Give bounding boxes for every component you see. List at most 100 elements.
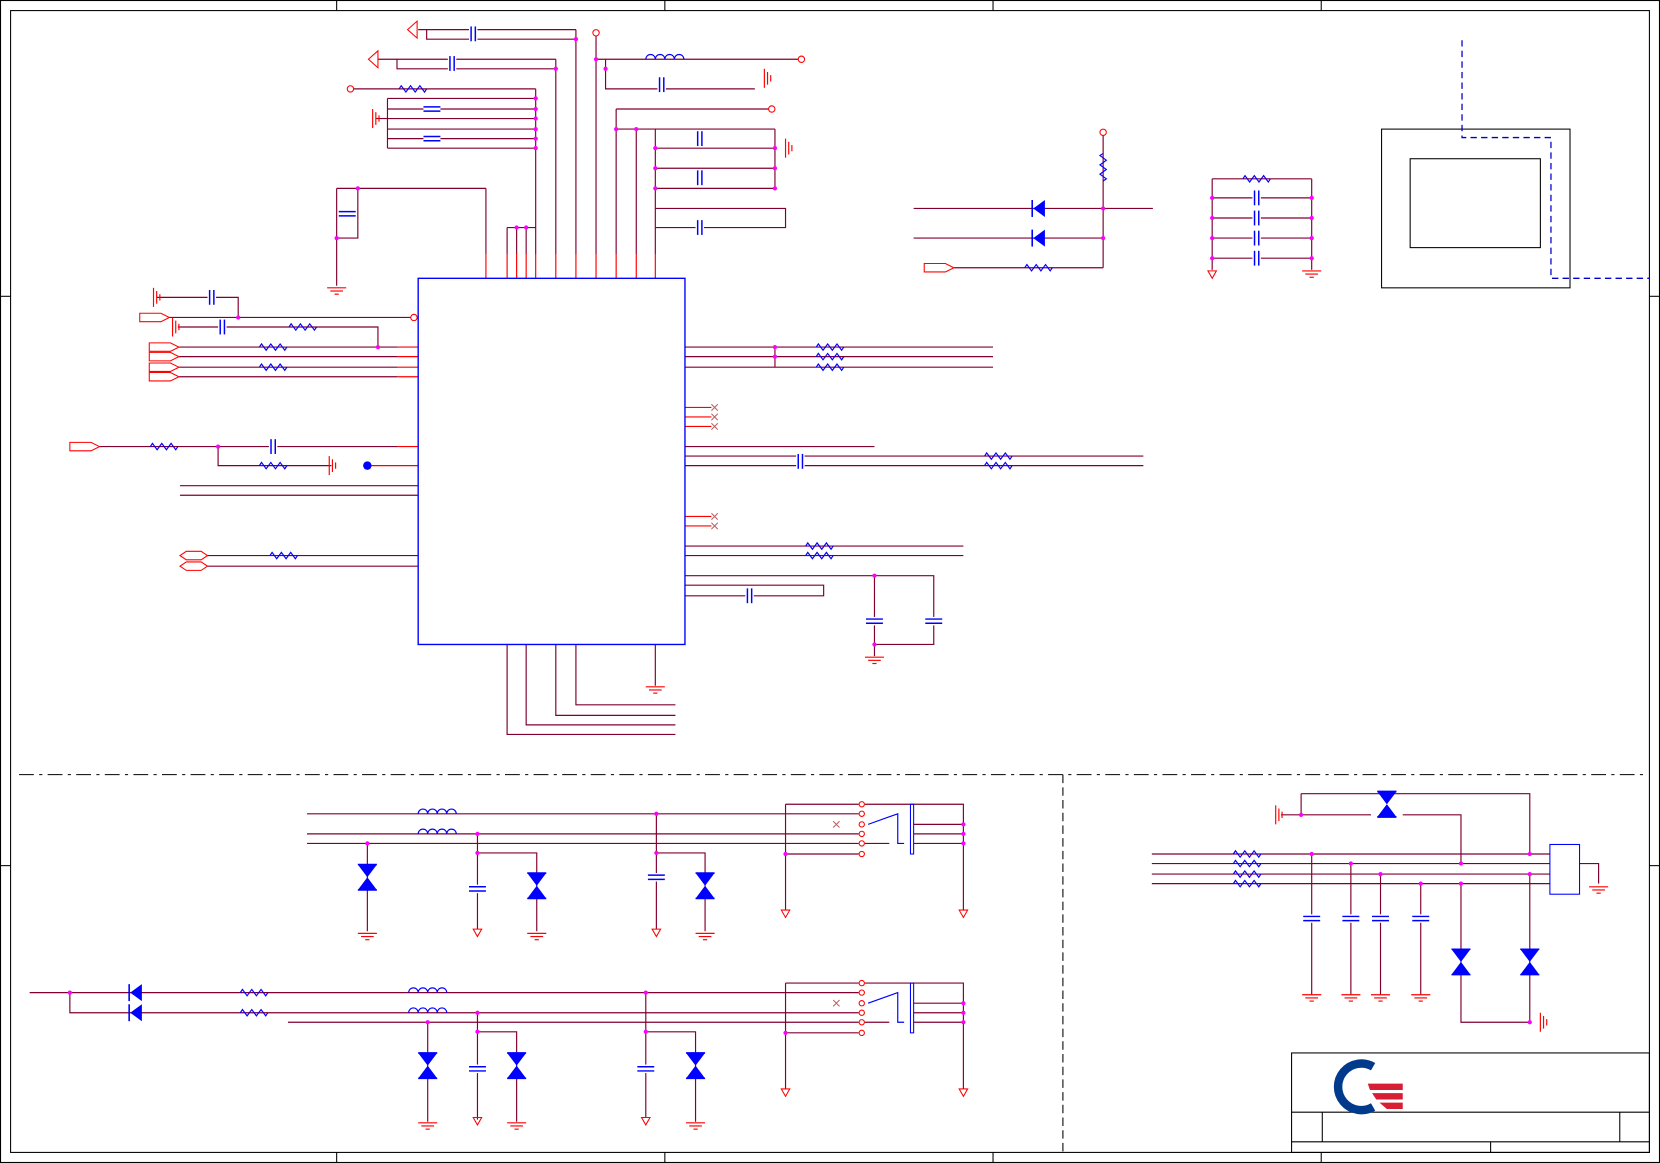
bidirectional-port-flag[interactable] xyxy=(179,550,209,561)
tvs-diode[interactable] xyxy=(1451,948,1471,976)
capacitor[interactable] xyxy=(637,1064,655,1074)
jack-pin[interactable] xyxy=(858,801,865,808)
capacitor[interactable] xyxy=(1372,914,1389,923)
capacitor[interactable] xyxy=(1303,914,1321,923)
capacitor[interactable] xyxy=(796,453,805,469)
resistor[interactable] xyxy=(288,322,318,332)
capacitor[interactable] xyxy=(925,616,943,626)
diode[interactable] xyxy=(128,1004,142,1022)
capacitor[interactable] xyxy=(1252,230,1261,246)
net-port-flag[interactable] xyxy=(148,351,181,362)
resistor[interactable] xyxy=(815,352,845,361)
jack-pin[interactable] xyxy=(858,1019,865,1026)
jack-pin[interactable] xyxy=(858,1009,865,1016)
resistor[interactable] xyxy=(984,451,1013,461)
capacitor[interactable] xyxy=(423,104,441,114)
resistor[interactable] xyxy=(149,442,179,451)
net-port-flag[interactable] xyxy=(923,262,956,273)
capacitor[interactable] xyxy=(468,884,486,894)
capacitor[interactable] xyxy=(468,26,478,42)
capacitor[interactable] xyxy=(695,220,705,235)
capacitor[interactable] xyxy=(268,439,278,454)
diode[interactable] xyxy=(128,984,142,1002)
power-port-flag[interactable] xyxy=(367,49,379,69)
inductor[interactable] xyxy=(408,1007,448,1013)
capacitor[interactable] xyxy=(207,289,216,305)
diode[interactable] xyxy=(1031,229,1045,247)
net-port-flag[interactable] xyxy=(139,312,171,323)
inductor[interactable] xyxy=(408,987,448,993)
capacitor[interactable] xyxy=(468,1064,486,1074)
jack-pin[interactable] xyxy=(858,1000,865,1007)
test-point[interactable] xyxy=(1099,128,1107,136)
resistor[interactable] xyxy=(1232,879,1262,888)
capacitor[interactable] xyxy=(647,873,665,882)
diode[interactable] xyxy=(1031,200,1045,217)
resistor[interactable] xyxy=(269,551,298,560)
net-port-flag[interactable] xyxy=(148,371,181,382)
net-port-flag[interactable] xyxy=(69,441,101,452)
jack-pin[interactable] xyxy=(858,979,865,987)
capacitor[interactable] xyxy=(423,134,441,143)
test-point[interactable] xyxy=(410,313,418,322)
tvs-diode[interactable] xyxy=(418,1052,438,1080)
resistor[interactable] xyxy=(258,461,288,470)
audio-jack[interactable] xyxy=(909,982,915,1034)
capacitor[interactable] xyxy=(657,77,666,93)
test-point[interactable] xyxy=(768,105,776,113)
tvs-diode[interactable] xyxy=(1520,948,1540,976)
capacitor[interactable] xyxy=(1252,190,1261,206)
resistor[interactable] xyxy=(1232,869,1262,879)
capacitor[interactable] xyxy=(1342,914,1360,923)
resistor[interactable] xyxy=(805,541,834,551)
tvs-diode[interactable] xyxy=(1377,790,1397,818)
test-point[interactable] xyxy=(346,85,355,93)
capacitor[interactable] xyxy=(1252,250,1261,266)
resistor[interactable] xyxy=(1242,174,1271,184)
capacitor[interactable] xyxy=(695,170,705,186)
net-port-flag[interactable] xyxy=(148,362,181,372)
tvs-diode[interactable] xyxy=(357,863,377,891)
tvs-diode[interactable] xyxy=(686,1052,706,1080)
resistor[interactable] xyxy=(258,342,288,352)
tvs-diode[interactable] xyxy=(527,872,547,900)
capacitor[interactable] xyxy=(447,56,457,71)
tvs-diode[interactable] xyxy=(695,872,715,900)
resistor[interactable] xyxy=(239,988,269,997)
resistor[interactable] xyxy=(984,461,1013,470)
resistor[interactable] xyxy=(258,363,288,372)
jack-pin[interactable] xyxy=(858,840,865,847)
jack-pin[interactable] xyxy=(858,810,865,817)
resistor[interactable] xyxy=(1232,849,1262,859)
tvs-diode[interactable] xyxy=(507,1052,527,1080)
resistor[interactable] xyxy=(815,363,845,372)
jack-pin[interactable] xyxy=(858,830,865,838)
capacitor[interactable] xyxy=(865,616,883,626)
capacitor[interactable] xyxy=(338,209,356,218)
resistor[interactable] xyxy=(805,551,834,560)
capacitor[interactable] xyxy=(745,588,754,604)
inductor[interactable] xyxy=(417,828,457,834)
resistor[interactable] xyxy=(1024,263,1053,272)
inductor[interactable] xyxy=(417,808,457,814)
jack-pin[interactable] xyxy=(858,850,865,858)
jack-pin[interactable] xyxy=(858,989,865,996)
capacitor[interactable] xyxy=(1252,210,1261,226)
main-ic[interactable] xyxy=(417,277,686,646)
net-port-flag[interactable] xyxy=(148,342,181,352)
resistor[interactable] xyxy=(815,342,845,352)
inductor[interactable] xyxy=(645,53,685,60)
resistor[interactable] xyxy=(1232,859,1262,868)
jack-pin[interactable] xyxy=(858,821,865,828)
test-point[interactable] xyxy=(797,55,806,63)
audio-jack[interactable] xyxy=(909,803,915,855)
connector[interactable] xyxy=(1549,843,1581,895)
capacitor[interactable] xyxy=(1412,914,1430,923)
power-port-flag[interactable] xyxy=(406,19,418,40)
resistor[interactable] xyxy=(1098,152,1108,182)
capacitor[interactable] xyxy=(695,131,705,147)
test-point[interactable] xyxy=(592,29,600,37)
bidirectional-port-flag[interactable] xyxy=(179,561,209,571)
resistor[interactable] xyxy=(239,1008,269,1017)
resistor[interactable] xyxy=(398,84,428,94)
